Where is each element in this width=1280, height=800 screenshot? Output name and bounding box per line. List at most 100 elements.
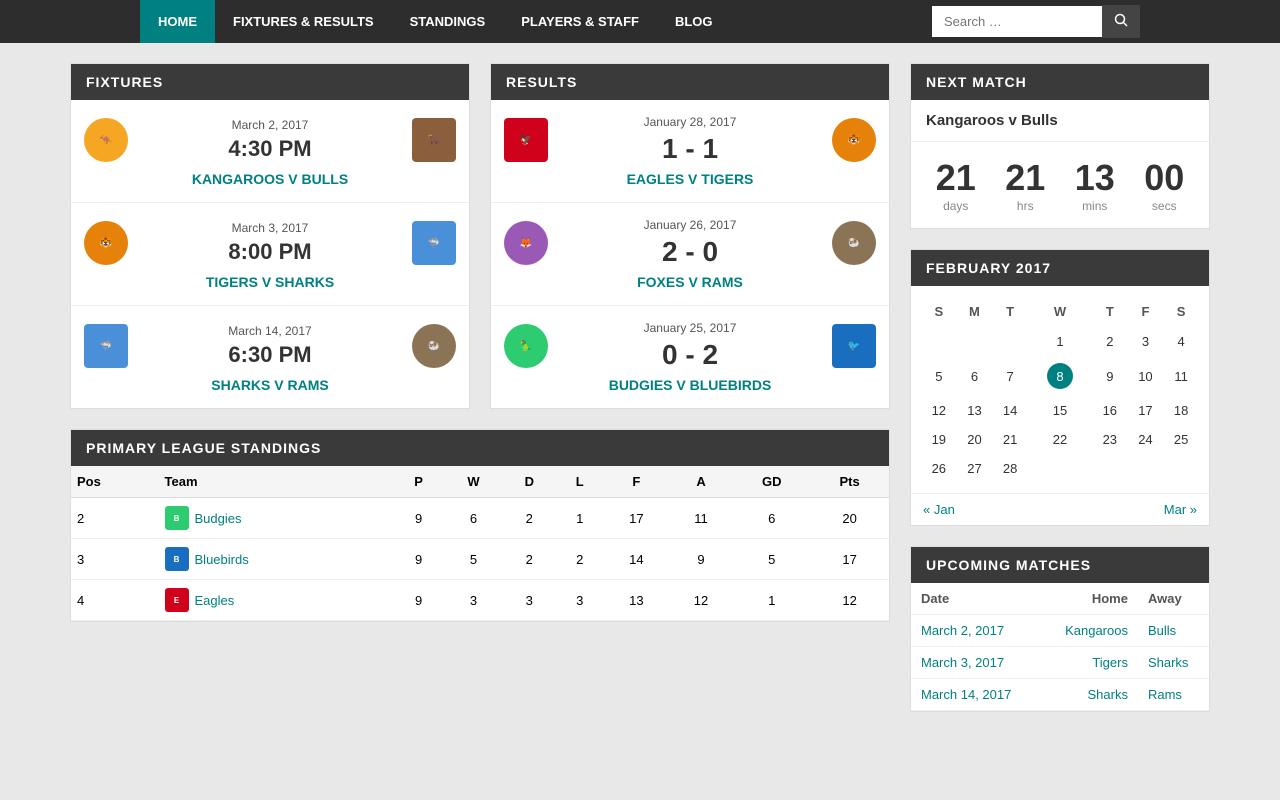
calendar-day[interactable]: 21 <box>992 425 1028 454</box>
col-team: Team <box>159 466 394 498</box>
upcoming-away-link[interactable]: Bulls <box>1148 623 1176 638</box>
calendar-next[interactable]: Mar » <box>1164 502 1197 517</box>
upcoming-home-link[interactable]: Kangaroos <box>1065 623 1128 638</box>
fixture-teams: 🦘 March 2, 2017 4:30 PM 🐂 <box>81 115 459 165</box>
upcoming-header: UPCOMING MATCHES <box>911 547 1209 583</box>
standings-team: E Eagles <box>159 580 394 621</box>
result-name[interactable]: FOXES V RAMS <box>637 274 743 290</box>
calendar-day[interactable]: 26 <box>921 454 957 483</box>
calendar-day[interactable]: 10 <box>1128 356 1164 396</box>
fixture-name[interactable]: KANGAROOS V BULLS <box>192 171 348 187</box>
upcoming-home: Kangaroos <box>1041 615 1138 647</box>
result-center: January 28, 2017 1 - 1 <box>561 115 819 165</box>
sharks-logo2: 🦈 <box>84 324 128 368</box>
calendar-day[interactable]: 11 <box>1163 356 1199 396</box>
calendar-week: 1234 <box>921 327 1199 356</box>
calendar-nav: « Jan Mar » <box>911 493 1209 525</box>
search-input[interactable] <box>932 6 1102 37</box>
tigers-logo: 🐯 <box>84 221 128 265</box>
team-link[interactable]: Eagles <box>195 593 235 608</box>
upcoming-away-link[interactable]: Sharks <box>1148 655 1188 670</box>
bluebirds-logo: 🐦 <box>832 324 876 368</box>
calendar-day[interactable]: 13 <box>957 396 993 425</box>
result-name[interactable]: BUDGIES V BLUEBIRDS <box>609 377 772 393</box>
fixture-name[interactable]: TIGERS V SHARKS <box>206 274 334 290</box>
fixture-time: 8:00 PM <box>141 239 399 265</box>
calendar-day[interactable]: 25 <box>1163 425 1199 454</box>
calendar-day[interactable]: 12 <box>921 396 957 425</box>
next-match-panel: NEXT MATCH Kangaroos v Bulls 21 days 21 … <box>910 63 1210 229</box>
standings-d: 2 <box>503 539 555 580</box>
fixtures-panel: FIXTURES 🦘 March 2, 2017 4:30 PM 🐂 <box>70 63 470 409</box>
calendar-day-highlight: 8 <box>1047 363 1073 389</box>
fixture-name[interactable]: SHARKS V RAMS <box>211 377 328 393</box>
calendar-day[interactable]: 1 <box>1028 327 1092 356</box>
team-mini-logo: B <box>165 547 189 571</box>
result-name[interactable]: EAGLES V TIGERS <box>627 171 754 187</box>
upcoming-date-link[interactable]: March 14, 2017 <box>921 687 1011 702</box>
fixture-date: March 3, 2017 <box>141 221 399 235</box>
upcoming-panel: UPCOMING MATCHES Date Home Away March 2,… <box>910 546 1210 712</box>
calendar-day[interactable]: 14 <box>992 396 1028 425</box>
calendar-day[interactable]: 27 <box>957 454 993 483</box>
countdown-mins-label: mins <box>1075 199 1115 213</box>
col-gd: GD <box>733 466 810 498</box>
nav-blog[interactable]: BLOG <box>657 0 731 43</box>
standings-pos: 4 <box>71 580 159 621</box>
calendar-week: 567891011 <box>921 356 1199 396</box>
calendar-day[interactable]: 2 <box>1092 327 1128 356</box>
calendar-day[interactable]: 9 <box>1092 356 1128 396</box>
calendar-day[interactable]: 5 <box>921 356 957 396</box>
calendar-day[interactable]: 7 <box>992 356 1028 396</box>
sharks-logo: 🦈 <box>412 221 456 265</box>
calendar-day[interactable]: 28 <box>992 454 1028 483</box>
calendar-day[interactable]: 24 <box>1128 425 1164 454</box>
calendar-day[interactable]: 18 <box>1163 396 1199 425</box>
calendar-day[interactable]: 22 <box>1028 425 1092 454</box>
fixture-teams: 🦈 March 14, 2017 6:30 PM 🐏 <box>81 321 459 371</box>
upcoming-date-link[interactable]: March 3, 2017 <box>921 655 1004 670</box>
team-mini-logo: E <box>165 588 189 612</box>
calendar-day[interactable]: 20 <box>957 425 993 454</box>
search-button[interactable] <box>1102 5 1140 38</box>
result-date: January 25, 2017 <box>561 321 819 335</box>
away-logo: 🐏 <box>829 218 879 268</box>
upcoming-date-link[interactable]: March 2, 2017 <box>921 623 1004 638</box>
upcoming-home-link[interactable]: Sharks <box>1088 687 1128 702</box>
standings-p: 9 <box>393 498 443 539</box>
upcoming-away-link[interactable]: Rams <box>1148 687 1182 702</box>
calendar-day[interactable]: 15 <box>1028 396 1092 425</box>
main-column: FIXTURES 🦘 March 2, 2017 4:30 PM 🐂 <box>70 63 890 712</box>
calendar-prev[interactable]: « Jan <box>923 502 955 517</box>
calendar-day[interactable]: 16 <box>1092 396 1128 425</box>
team-link[interactable]: Budgies <box>195 511 242 526</box>
team-link[interactable]: Bluebirds <box>195 552 249 567</box>
calendar-day[interactable]: 6 <box>957 356 993 396</box>
calendar-day[interactable]: 17 <box>1128 396 1164 425</box>
result-date: January 26, 2017 <box>561 218 819 232</box>
nav-standings[interactable]: STANDINGS <box>392 0 504 43</box>
upcoming-home-link[interactable]: Tigers <box>1092 655 1128 670</box>
bulls-logo: 🐂 <box>412 118 456 162</box>
next-match-title: Kangaroos v Bulls <box>911 100 1209 142</box>
standings-f: 13 <box>604 580 669 621</box>
calendar-day[interactable]: 4 <box>1163 327 1199 356</box>
calendar-day[interactable]: 19 <box>921 425 957 454</box>
col-d: D <box>503 466 555 498</box>
countdown-hrs: 21 hrs <box>1005 157 1045 213</box>
nav-fixtures[interactable]: FIXTURES & RESULTS <box>215 0 392 43</box>
result-date: January 28, 2017 <box>561 115 819 129</box>
calendar-day[interactable]: 3 <box>1128 327 1164 356</box>
result-teams: 🦜 January 25, 2017 0 - 2 🐦 <box>501 321 879 371</box>
standings-gd: 5 <box>733 539 810 580</box>
calendar-day[interactable]: 23 <box>1092 425 1128 454</box>
standings-a: 9 <box>669 539 734 580</box>
rams-logo2: 🐏 <box>832 221 876 265</box>
result-teams: 🦊 January 26, 2017 2 - 0 🐏 <box>501 218 879 268</box>
standings-gd: 6 <box>733 498 810 539</box>
col-pos: Pos <box>71 466 159 498</box>
nav-players[interactable]: PLAYERS & STAFF <box>503 0 657 43</box>
away-logo: 🐂 <box>409 115 459 165</box>
calendar-day[interactable]: 8 <box>1028 356 1092 396</box>
nav-home[interactable]: HOME <box>140 0 215 43</box>
